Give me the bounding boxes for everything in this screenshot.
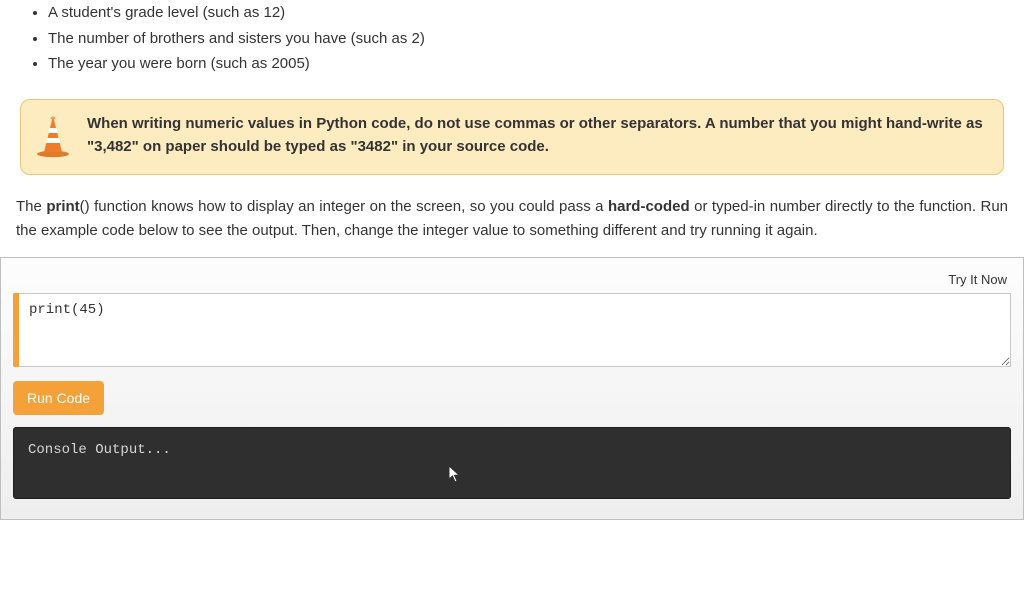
bullet-list: A student's grade level (such as 12) The… [14,0,1010,77]
callout-box: When writing numeric values in Python co… [20,99,1004,175]
console-output: Console Output... [13,427,1011,499]
code-panel: Try It Now Run Code Console Output... [0,257,1024,520]
paragraph-text: () function knows how to display an inte… [80,198,608,215]
list-item: A student's grade level (such as 12) [48,0,1010,26]
instruction-paragraph: The print() function knows how to displa… [16,195,1008,243]
paragraph-text: The [16,198,46,215]
list-item: The year you were born (such as 2005) [48,51,1010,77]
callout-text: When writing numeric values in Python co… [87,112,985,159]
paragraph-bold: print [46,198,79,215]
list-item: The number of brothers and sisters you h… [48,26,1010,52]
traffic-cone-icon [35,114,71,162]
code-editor-container [13,293,1011,367]
paragraph-bold: hard-coded [608,198,690,215]
try-it-now-label: Try It Now [13,272,1011,293]
code-editor[interactable] [19,293,1011,367]
run-code-button[interactable]: Run Code [13,381,104,415]
